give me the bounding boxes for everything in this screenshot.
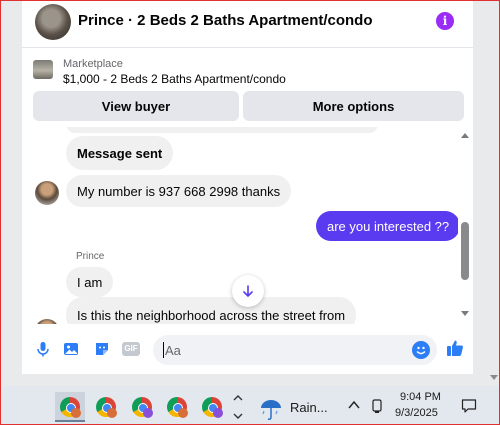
profile-badge-icon — [143, 408, 153, 418]
taskbar-chrome-app[interactable] — [127, 392, 157, 422]
info-icon[interactable]: i — [436, 12, 454, 30]
message-sent-bubble: Message sent — [66, 136, 174, 170]
scrollbar-thumb[interactable] — [461, 222, 469, 280]
thumbs-up-icon[interactable] — [446, 339, 464, 357]
arrow-down-icon — [243, 285, 253, 297]
scroll-to-bottom-button[interactable] — [232, 275, 264, 307]
profile-badge-icon — [178, 408, 188, 418]
photo-icon[interactable] — [63, 341, 79, 357]
sticker-icon[interactable] — [94, 341, 110, 357]
sender-name: Prince — [76, 251, 105, 262]
scroll-down-arrow-icon[interactable] — [461, 311, 469, 316]
window-scroll-down-icon[interactable] — [490, 375, 498, 380]
chat-header: Prince · 2 Beds 2 Baths Apartment/condo … — [22, 0, 473, 48]
message-input[interactable] — [153, 335, 437, 365]
message-bubble-previous — [66, 127, 378, 133]
microphone-icon[interactable] — [35, 341, 51, 357]
taskbar-chrome-app[interactable] — [197, 392, 227, 422]
taskbar-chrome-app[interactable] — [55, 392, 85, 422]
emoji-icon[interactable] — [412, 341, 430, 359]
smiley-face-icon — [416, 346, 426, 355]
text-caret — [163, 342, 164, 358]
contact-avatar[interactable] — [35, 4, 71, 40]
sender-avatar[interactable] — [35, 181, 59, 205]
tray-chevron-up-icon[interactable] — [347, 398, 361, 412]
taskbar-chrome-app[interactable] — [91, 392, 121, 422]
profile-badge-icon — [107, 408, 117, 418]
listing-thumbnail[interactable] — [33, 60, 53, 79]
clock-date[interactable]: 9/3/2025 — [395, 407, 438, 419]
chat-title[interactable]: Prince · 2 Beds 2 Baths Apartment/condo — [78, 12, 373, 29]
taskbar-overflow-arrows[interactable] — [232, 390, 244, 424]
message-bubble-incoming: My number is 937 668 2998 thanks — [66, 175, 292, 207]
weather-label[interactable]: Rain... — [290, 400, 328, 415]
marketplace-label: Marketplace — [63, 58, 123, 70]
gif-icon[interactable]: GIF — [122, 342, 140, 356]
message-composer: GIF — [22, 324, 473, 374]
message-bubble-outgoing: are you interested ?? — [316, 211, 458, 241]
marketplace-card: Marketplace $1,000 - 2 Beds 2 Baths Apar… — [22, 49, 473, 127]
page-background-right — [473, 0, 500, 386]
message-bubble-incoming: I am — [66, 267, 114, 297]
notification-icon[interactable] — [461, 398, 477, 414]
message-list: Message sent My number is 937 668 2998 t… — [22, 127, 458, 324]
chat-scrollbar[interactable] — [458, 127, 473, 324]
message-bubble-incoming: Is this the neighborhood across the stre… — [66, 297, 357, 324]
listing-description[interactable]: $1,000 - 2 Beds 2 Baths Apartment/condo — [63, 72, 286, 86]
more-options-button[interactable]: More options — [243, 91, 464, 121]
view-buyer-button[interactable]: View buyer — [33, 91, 239, 121]
device-status-icon[interactable] — [370, 398, 384, 414]
clock-time[interactable]: 9:04 PM — [400, 391, 441, 403]
profile-badge-icon — [213, 408, 223, 418]
taskbar-chrome-app[interactable] — [162, 392, 192, 422]
scroll-up-arrow-icon[interactable] — [461, 133, 469, 138]
profile-badge-icon — [71, 408, 81, 418]
page-background-bottom — [22, 374, 473, 386]
chevron-up-down-icon — [233, 395, 243, 419]
page-background-left — [0, 0, 22, 386]
rain-weather-icon[interactable] — [258, 396, 284, 422]
